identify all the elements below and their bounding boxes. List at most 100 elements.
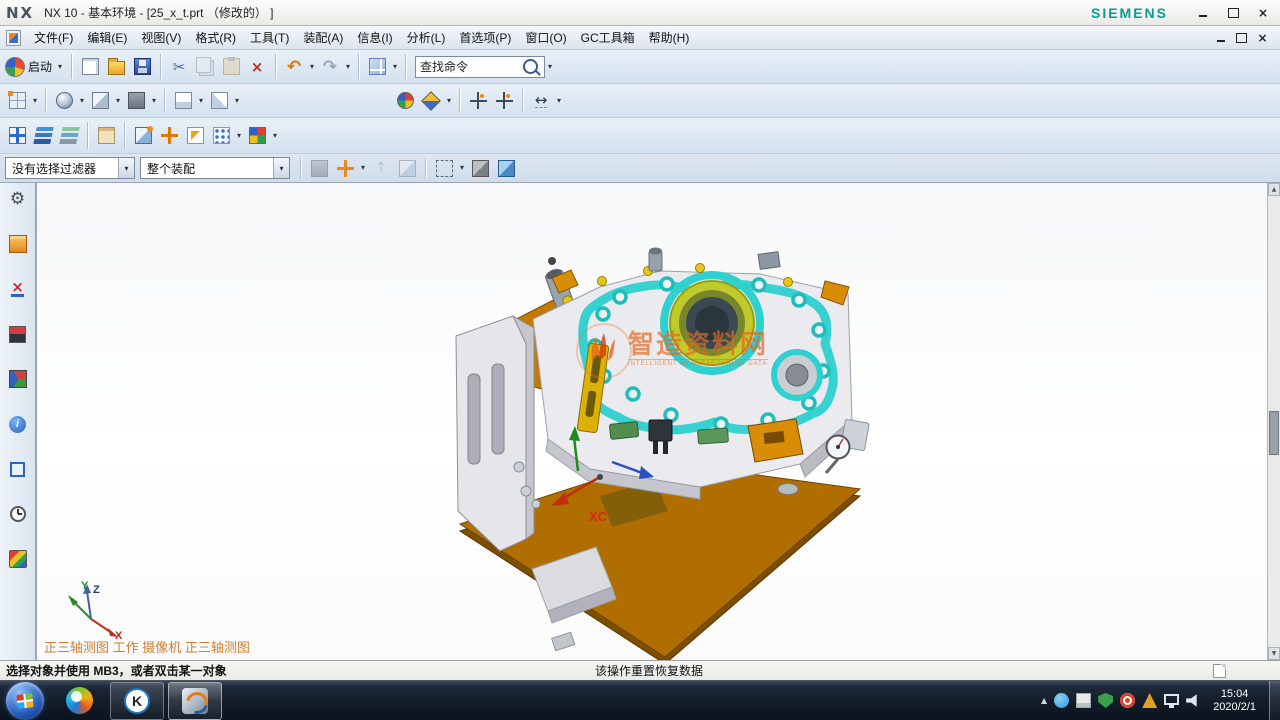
show-desktop-button[interactable]	[1269, 681, 1280, 720]
minimize-button[interactable]	[1192, 4, 1214, 21]
window-layout-button[interactable]	[365, 54, 389, 80]
menu-item-edit[interactable]: 编辑(E)	[80, 27, 134, 49]
child-minimize-button[interactable]	[1211, 30, 1230, 45]
start-button[interactable]	[6, 682, 44, 720]
sidebar-item-information[interactable]: i	[8, 414, 28, 434]
undo-dropdown[interactable]: ▾	[307, 54, 317, 80]
search-icon[interactable]	[523, 59, 538, 74]
menu-item-assemblies[interactable]: 装配(A)	[296, 27, 350, 49]
taskbar-nx-button[interactable]	[168, 682, 222, 720]
view-operation-button[interactable]	[207, 88, 231, 114]
point-dialog-button[interactable]	[419, 88, 443, 114]
display-mode-dropdown[interactable]: ▾	[113, 88, 123, 114]
menu-item-gc-toolbox[interactable]: GC工具箱	[574, 27, 642, 49]
layer-settings-button[interactable]	[31, 123, 55, 149]
redo-button[interactable]: ↷	[318, 54, 342, 80]
command-search-input[interactable]	[416, 60, 523, 74]
add-component-button[interactable]	[131, 123, 155, 149]
taskbar-browser-button[interactable]	[52, 682, 106, 720]
pin-cylinder[interactable]	[778, 484, 798, 495]
render-style-dropdown[interactable]: ▾	[77, 88, 87, 114]
move-up-level-button[interactable]: ↑	[369, 155, 393, 181]
taskbar-clock[interactable]: 15:04 2020/2/1	[1207, 688, 1262, 714]
cad-model[interactable]: XC	[37, 183, 1267, 660]
tray-icon-alert-badge[interactable]	[1120, 693, 1135, 708]
render-style-button[interactable]	[52, 88, 76, 114]
save-button[interactable]	[130, 54, 154, 80]
measure-dropdown[interactable]: ▾	[554, 88, 564, 114]
tray-icon-update[interactable]	[1142, 693, 1157, 708]
measure-distance-button[interactable]: ↔	[529, 88, 553, 114]
tray-icon-security-shield[interactable]	[1098, 693, 1113, 708]
display-mode-button[interactable]	[88, 88, 112, 114]
scroll-down-arrow[interactable]: ▼	[1268, 647, 1280, 660]
solid-body-button[interactable]	[494, 155, 518, 181]
snap-point-button[interactable]	[393, 88, 417, 114]
menu-item-analysis[interactable]: 分析(L)	[400, 27, 453, 49]
open-file-button[interactable]	[104, 54, 128, 80]
scroll-up-arrow[interactable]: ▲	[1268, 183, 1280, 196]
point-dialog-dropdown[interactable]: ▾	[444, 88, 454, 114]
sidebar-item-materials[interactable]	[8, 549, 28, 569]
section-view-button[interactable]	[171, 88, 195, 114]
assembly-navigator-button[interactable]	[5, 123, 29, 149]
selection-scope-dropdown[interactable]: 整个装配 ▾	[140, 157, 290, 179]
orient-view-dropdown[interactable]: ▾	[30, 88, 40, 114]
report-button[interactable]	[94, 123, 118, 149]
status-note-icon[interactable]	[1213, 664, 1226, 678]
menu-item-format[interactable]: 格式(R)	[188, 27, 243, 49]
cut-button[interactable]: ✂	[167, 54, 191, 80]
sidebar-item-measure[interactable]: ×	[8, 279, 28, 299]
window-layout-dropdown[interactable]: ▾	[390, 54, 400, 80]
menu-item-tools[interactable]: 工具(T)	[243, 27, 296, 49]
graphics-window[interactable]: XC 智造资料网 INTELLIGENT MANUFACTURING DATA	[36, 183, 1280, 660]
highlight-button[interactable]	[307, 155, 331, 181]
knob[interactable]	[548, 257, 556, 265]
left-support-plate[interactable]	[456, 316, 534, 551]
new-file-button[interactable]	[78, 54, 102, 80]
volume-icon[interactable]	[1186, 694, 1200, 708]
assembly-constraints-button[interactable]	[183, 123, 207, 149]
delete-button[interactable]: ×	[245, 54, 269, 80]
background-dropdown[interactable]: ▾	[149, 88, 159, 114]
redo-dropdown[interactable]: ▾	[343, 54, 353, 80]
network-icon[interactable]	[1164, 694, 1179, 705]
inside-plus-button[interactable]	[333, 155, 357, 181]
menu-item-information[interactable]: 信息(I)	[350, 27, 399, 49]
general-object-button[interactable]	[468, 155, 492, 181]
menu-item-file[interactable]: 文件(F)	[27, 27, 80, 49]
menu-item-window[interactable]: 窗口(O)	[518, 27, 573, 49]
section-view-dropdown[interactable]: ▾	[196, 88, 206, 114]
viewport-scrollbar[interactable]: ▲ ▼	[1267, 183, 1280, 660]
gc-toolbox-dropdown[interactable]: ▾	[270, 123, 280, 149]
sidebar-item-layers[interactable]	[8, 369, 28, 389]
start-menu-button[interactable]: 启动 ▾	[5, 54, 65, 80]
view-operation-dropdown[interactable]: ▾	[232, 88, 242, 114]
scrollbar-thumb[interactable]	[1269, 411, 1279, 455]
gc-toolbox-button[interactable]	[245, 123, 269, 149]
selection-filter-dropdown[interactable]: 没有选择过滤器 ▾	[5, 157, 135, 179]
sidebar-item-window[interactable]	[8, 459, 28, 479]
orient-view-button[interactable]	[5, 88, 29, 114]
menu-item-help[interactable]: 帮助(H)	[642, 27, 697, 49]
end-point-snap-button[interactable]	[466, 88, 490, 114]
mid-point-snap-button[interactable]	[492, 88, 516, 114]
previous-selection-button[interactable]	[395, 155, 419, 181]
undo-button[interactable]: ↶	[282, 54, 306, 80]
tray-icon-messenger[interactable]	[1054, 693, 1069, 708]
menu-item-preferences[interactable]: 首选项(P)	[452, 27, 518, 49]
sidebar-item-preferences[interactable]: ⚙	[8, 189, 28, 209]
tray-icon-ime-keyboard[interactable]	[1076, 693, 1091, 708]
paste-button[interactable]	[219, 54, 243, 80]
close-button[interactable]: ×	[1252, 4, 1274, 21]
search-history-dropdown[interactable]: ▾	[545, 54, 555, 80]
menu-item-view[interactable]: 视图(V)	[134, 27, 188, 49]
center-bore[interactable]	[664, 275, 760, 371]
sidebar-item-object-display[interactable]	[8, 324, 28, 344]
inside-plus-dropdown[interactable]: ▾	[358, 155, 368, 181]
copy-button[interactable]	[193, 54, 217, 80]
child-restore-button[interactable]	[1232, 30, 1251, 45]
child-close-button[interactable]: ×	[1253, 30, 1272, 45]
sheet-stack-button[interactable]	[57, 123, 81, 149]
pattern-component-button[interactable]	[209, 123, 233, 149]
